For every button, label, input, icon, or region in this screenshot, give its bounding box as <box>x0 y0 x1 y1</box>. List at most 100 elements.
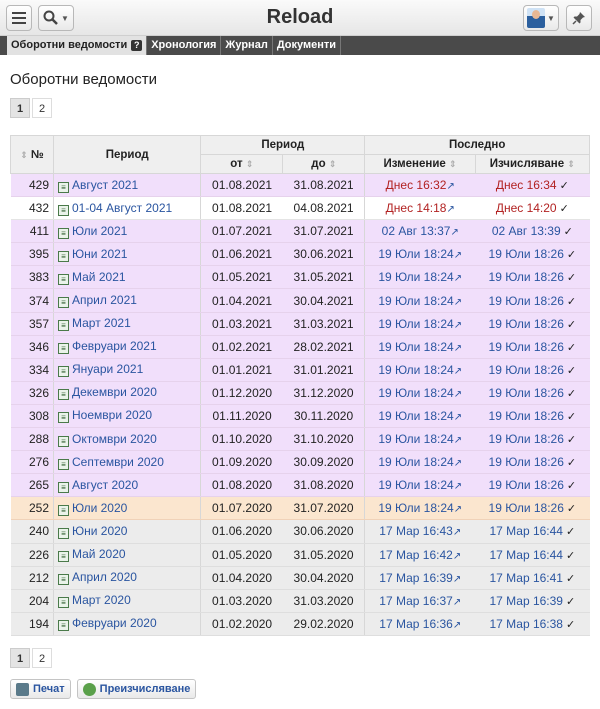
user-menu-button[interactable]: ▼ <box>523 5 559 31</box>
table-row[interactable]: 240 ≡ Юни 2020 01.06.2020 30.06.2020 17 Мар 1… <box>10 519 590 544</box>
external-link-icon[interactable]: ↗ <box>454 366 462 377</box>
document-icon: ≡ <box>58 435 69 447</box>
period-link[interactable]: Януари 2021 <box>72 362 143 376</box>
col-header-modified[interactable]: Изменение ⇕ <box>364 154 476 174</box>
modified-time: 19 Юли 18:24 <box>378 385 454 400</box>
period-link[interactable]: Февруари 2020 <box>72 616 157 630</box>
period-link[interactable]: Август 2021 <box>72 178 138 192</box>
external-link-icon[interactable]: ↗ <box>454 504 462 515</box>
external-link-icon[interactable]: ↗ <box>454 412 462 423</box>
col-header-to[interactable]: до ⇕ <box>282 154 366 174</box>
tab-zhurnal[interactable]: Журнал <box>221 36 273 55</box>
page-title: Оборотни ведомости <box>10 71 157 88</box>
table-row[interactable]: 326 ≡ Декември 2020 01.12.2020 31.12.2020 19 … <box>10 381 590 405</box>
external-link-icon[interactable]: ↗ <box>453 620 461 631</box>
external-link-icon[interactable]: ↗ <box>450 227 458 238</box>
table-row[interactable]: 212 ≡ Април 2020 01.04.2020 30.04.2020 17 Мар… <box>10 566 590 590</box>
external-link-icon[interactable]: ↗ <box>454 458 462 469</box>
page-button-2[interactable]: 2 <box>32 98 52 118</box>
period-link[interactable]: Юли 2020 <box>72 501 127 515</box>
tab-hronologia[interactable]: Хронология <box>147 36 222 55</box>
external-link-icon[interactable]: ↗ <box>454 297 462 308</box>
period-link[interactable]: Април 2020 <box>72 570 137 584</box>
period-cell: ≡ Ноември 2020 <box>53 404 202 429</box>
period-link[interactable]: Юни 2020 <box>72 524 127 538</box>
period-link[interactable]: Юни 2021 <box>72 247 127 261</box>
modified-cell: 19 Юли 18:24↗ <box>364 496 476 521</box>
period-link[interactable]: Ноември 2020 <box>72 408 152 422</box>
external-link-icon[interactable]: ↗ <box>454 250 462 261</box>
tab-oborotni-vedomosti[interactable]: Оборотни ведомости ? <box>7 36 148 55</box>
to-date: 30.04.2021 <box>282 288 366 313</box>
table-row[interactable]: 357 ≡ Март 2021 01.03.2021 31.03.2021 19 Юли … <box>10 312 590 336</box>
col-header-calculated[interactable]: Изчисляване ⇕ <box>474 154 591 174</box>
table-row[interactable]: 346 ≡ Февруари 2021 01.02.2021 28.02.2021 19 … <box>10 335 590 359</box>
help-icon[interactable]: ? <box>131 40 143 51</box>
check-icon: ✓ <box>565 572 576 585</box>
sort-icon: ⇕ <box>449 159 457 169</box>
table-row[interactable]: 194 ≡ Февруари 2020 01.02.2020 29.02.2020 17 … <box>10 612 590 636</box>
external-link-icon[interactable]: ↗ <box>454 320 462 331</box>
from-date: 01.04.2021 <box>200 288 283 313</box>
period-link[interactable]: Март 2021 <box>72 316 131 330</box>
col-header-num[interactable]: ⇕ № <box>10 135 54 174</box>
recalculate-button[interactable]: Преизчисляване <box>76 679 197 699</box>
period-link[interactable]: Декември 2020 <box>72 385 157 399</box>
calculated-time: 17 Мар 16:44 <box>489 547 563 562</box>
pagination-top: 1 2 <box>10 98 52 118</box>
table-row[interactable]: 411 ≡ Юли 2021 01.07.2021 31.07.2021 02 Авг 1… <box>10 219 590 244</box>
from-date: 01.06.2021 <box>200 242 283 267</box>
period-link[interactable]: 01-04 Август 2021 <box>72 201 172 215</box>
check-icon: ✓ <box>566 480 577 493</box>
external-link-icon[interactable]: ↗ <box>454 481 462 492</box>
page-button-1[interactable]: 1 <box>10 98 30 118</box>
table-row[interactable]: 276 ≡ Септември 2020 01.09.2020 30.09.2020 19… <box>10 450 590 475</box>
period-link[interactable]: Май 2020 <box>72 547 126 561</box>
external-link-icon[interactable]: ↗ <box>453 574 461 585</box>
col-header-from[interactable]: от ⇕ <box>200 154 284 174</box>
table-row[interactable]: 226 ≡ Май 2020 01.05.2020 31.05.2020 17 Мар 1… <box>10 543 590 567</box>
external-link-icon[interactable]: ↗ <box>453 527 461 538</box>
period-link[interactable]: Октомври 2020 <box>72 432 157 446</box>
period-link[interactable]: Юли 2021 <box>72 224 127 238</box>
table-row[interactable]: 308 ≡ Ноември 2020 01.11.2020 30.11.2020 19 Ю… <box>10 404 590 429</box>
page-button-1[interactable]: 1 <box>10 648 30 668</box>
external-link-icon[interactable]: ↗ <box>454 273 462 284</box>
external-link-icon[interactable]: ↗ <box>454 435 462 446</box>
table-row[interactable]: 204 ≡ Март 2020 01.03.2020 31.03.2020 17 Мар … <box>10 589 590 613</box>
document-icon: ≡ <box>58 574 69 586</box>
period-link[interactable]: Март 2020 <box>72 593 131 607</box>
table-row[interactable]: 374 ≡ Април 2021 01.04.2021 30.04.2021 19 Юли… <box>10 288 590 313</box>
table-row[interactable]: 429 ≡ Август 2021 01.08.2021 31.08.2021 Днес … <box>10 173 590 198</box>
period-link[interactable]: Август 2020 <box>72 478 138 492</box>
external-link-icon[interactable]: ↗ <box>453 551 461 562</box>
row-number: 395 <box>10 242 54 267</box>
table-row[interactable]: 252 ≡ Юли 2020 01.07.2020 31.07.2020 19 Юли 1… <box>10 496 590 521</box>
external-link-icon[interactable]: ↗ <box>446 204 454 215</box>
period-link[interactable]: Февруари 2021 <box>72 339 157 353</box>
pin-button[interactable] <box>566 5 592 31</box>
row-number: 429 <box>10 173 54 198</box>
tab-dokumenti[interactable]: Документи <box>273 36 342 55</box>
external-link-icon[interactable]: ↗ <box>454 343 462 354</box>
check-icon: ✓ <box>566 434 577 447</box>
external-link-icon[interactable]: ↗ <box>453 597 461 608</box>
print-button[interactable]: Печат <box>10 679 71 699</box>
period-link[interactable]: Септември 2020 <box>72 455 164 469</box>
calculated-time: Днес 14:20 <box>495 201 557 216</box>
external-link-icon[interactable]: ↗ <box>446 181 454 192</box>
table-row[interactable]: 432 ≡ 01-04 Август 2021 01.08.2021 04.08.202… <box>10 196 590 221</box>
row-number: 432 <box>10 196 54 221</box>
table-row[interactable]: 334 ≡ Януари 2021 01.01.2021 31.01.2021 19 Юл… <box>10 358 590 382</box>
table-row[interactable]: 265 ≡ Август 2020 01.08.2020 31.08.2020 19 Юл… <box>10 473 590 498</box>
table-row[interactable]: 288 ≡ Октомври 2020 01.10.2020 31.10.2020 19 … <box>10 427 590 452</box>
page-button-2[interactable]: 2 <box>32 648 52 668</box>
table-row[interactable]: 383 ≡ Май 2021 01.05.2021 31.05.2021 19 Юли 1… <box>10 265 590 290</box>
from-date: 01.08.2021 <box>200 196 283 221</box>
table-row[interactable]: 395 ≡ Юни 2021 01.06.2021 30.06.2021 19 Юли 1… <box>10 242 590 267</box>
modified-cell: 19 Юли 18:24↗ <box>364 404 476 429</box>
period-link[interactable]: Април 2021 <box>72 293 137 307</box>
period-link[interactable]: Май 2021 <box>72 270 126 284</box>
external-link-icon[interactable]: ↗ <box>454 389 462 400</box>
top-toolbar: ▼ Reload ▼ <box>0 0 600 36</box>
